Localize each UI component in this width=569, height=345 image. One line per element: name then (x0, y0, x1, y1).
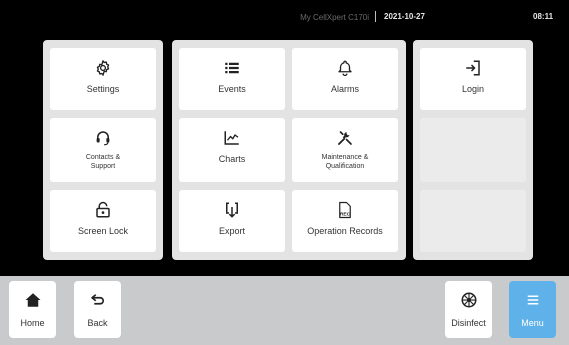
menu-panel-data: Events Alarms Charts Maintenance & Quali… (172, 40, 406, 260)
maintenance-label: Maintenance & Qualification (322, 153, 369, 171)
charts-tile[interactable]: Charts (179, 118, 285, 182)
events-label: Events (218, 84, 246, 94)
login-icon (466, 60, 480, 76)
contacts-label-line2: Support (90, 163, 116, 170)
operation-records-label: Operation Records (307, 226, 383, 236)
maintenance-qualification-tile[interactable]: Maintenance & Qualification (292, 118, 398, 182)
export-icon (226, 202, 238, 218)
settings-tile[interactable]: Settings (50, 48, 156, 110)
events-tile[interactable]: Events (179, 48, 285, 110)
status-bar: My CellXpert C170i 2021-10-27 08:11 (0, 0, 569, 30)
home-label: Home (20, 318, 45, 328)
headset-icon (96, 131, 110, 146)
settings-label: Settings (86, 84, 120, 94)
empty-tile (420, 118, 526, 182)
disinfect-label: Disinfect (451, 318, 486, 328)
status-time: 08:11 (533, 12, 554, 21)
maintenance-label-line1: Maintenance & (321, 154, 369, 161)
back-arrow-icon (90, 294, 104, 305)
maintenance-label-line2: Qualification (325, 163, 365, 170)
contacts-label: Contacts & Support (86, 153, 120, 171)
export-label: Export (218, 226, 245, 236)
export-tile[interactable]: Export (179, 190, 285, 252)
rec-badge: REC (340, 211, 351, 217)
home-button[interactable]: Home (9, 281, 56, 338)
empty-tile (420, 190, 526, 252)
alarms-label: Alarms (330, 84, 359, 94)
menu-button[interactable]: Menu (509, 281, 556, 338)
menu-panel-system: Settings Contacts & Support Screen Lock (43, 40, 163, 260)
home-icon (25, 293, 40, 307)
device-name: My CellXpert C170i (300, 13, 369, 22)
screen: My CellXpert C170i 2021-10-27 08:11 Sett… (0, 0, 569, 345)
back-label: Back (87, 318, 108, 328)
status-date: 2021-10-27 (384, 12, 425, 21)
screen-lock-tile[interactable]: Screen Lock (50, 190, 156, 252)
record-file-icon: REC (339, 201, 351, 219)
tools-icon (338, 131, 352, 145)
operation-records-tile[interactable]: REC Operation Records (292, 190, 398, 252)
status-separator (375, 11, 376, 22)
contacts-support-tile[interactable]: Contacts & Support (50, 118, 156, 182)
hamburger-icon (527, 295, 538, 305)
login-label: Login (461, 84, 485, 94)
list-icon (225, 62, 239, 74)
contacts-label-line1: Contacts & (85, 154, 121, 161)
disinfect-icon (461, 292, 476, 308)
line-chart-icon (224, 131, 239, 145)
screen-lock-label: Screen Lock (77, 226, 129, 236)
lock-screen-icon (96, 201, 110, 218)
bottom-nav-bar: Home Back Disinfect Menu (0, 276, 569, 345)
login-tile[interactable]: Login (420, 48, 526, 110)
back-button[interactable]: Back (74, 281, 121, 338)
disinfect-button[interactable]: Disinfect (445, 281, 492, 338)
menu-label: Menu (521, 318, 544, 328)
menu-panel-user: Login (413, 40, 533, 260)
gear-icon (96, 60, 110, 76)
charts-label: Charts (218, 154, 246, 164)
alarms-tile[interactable]: Alarms (292, 48, 398, 110)
bell-icon (338, 60, 352, 77)
